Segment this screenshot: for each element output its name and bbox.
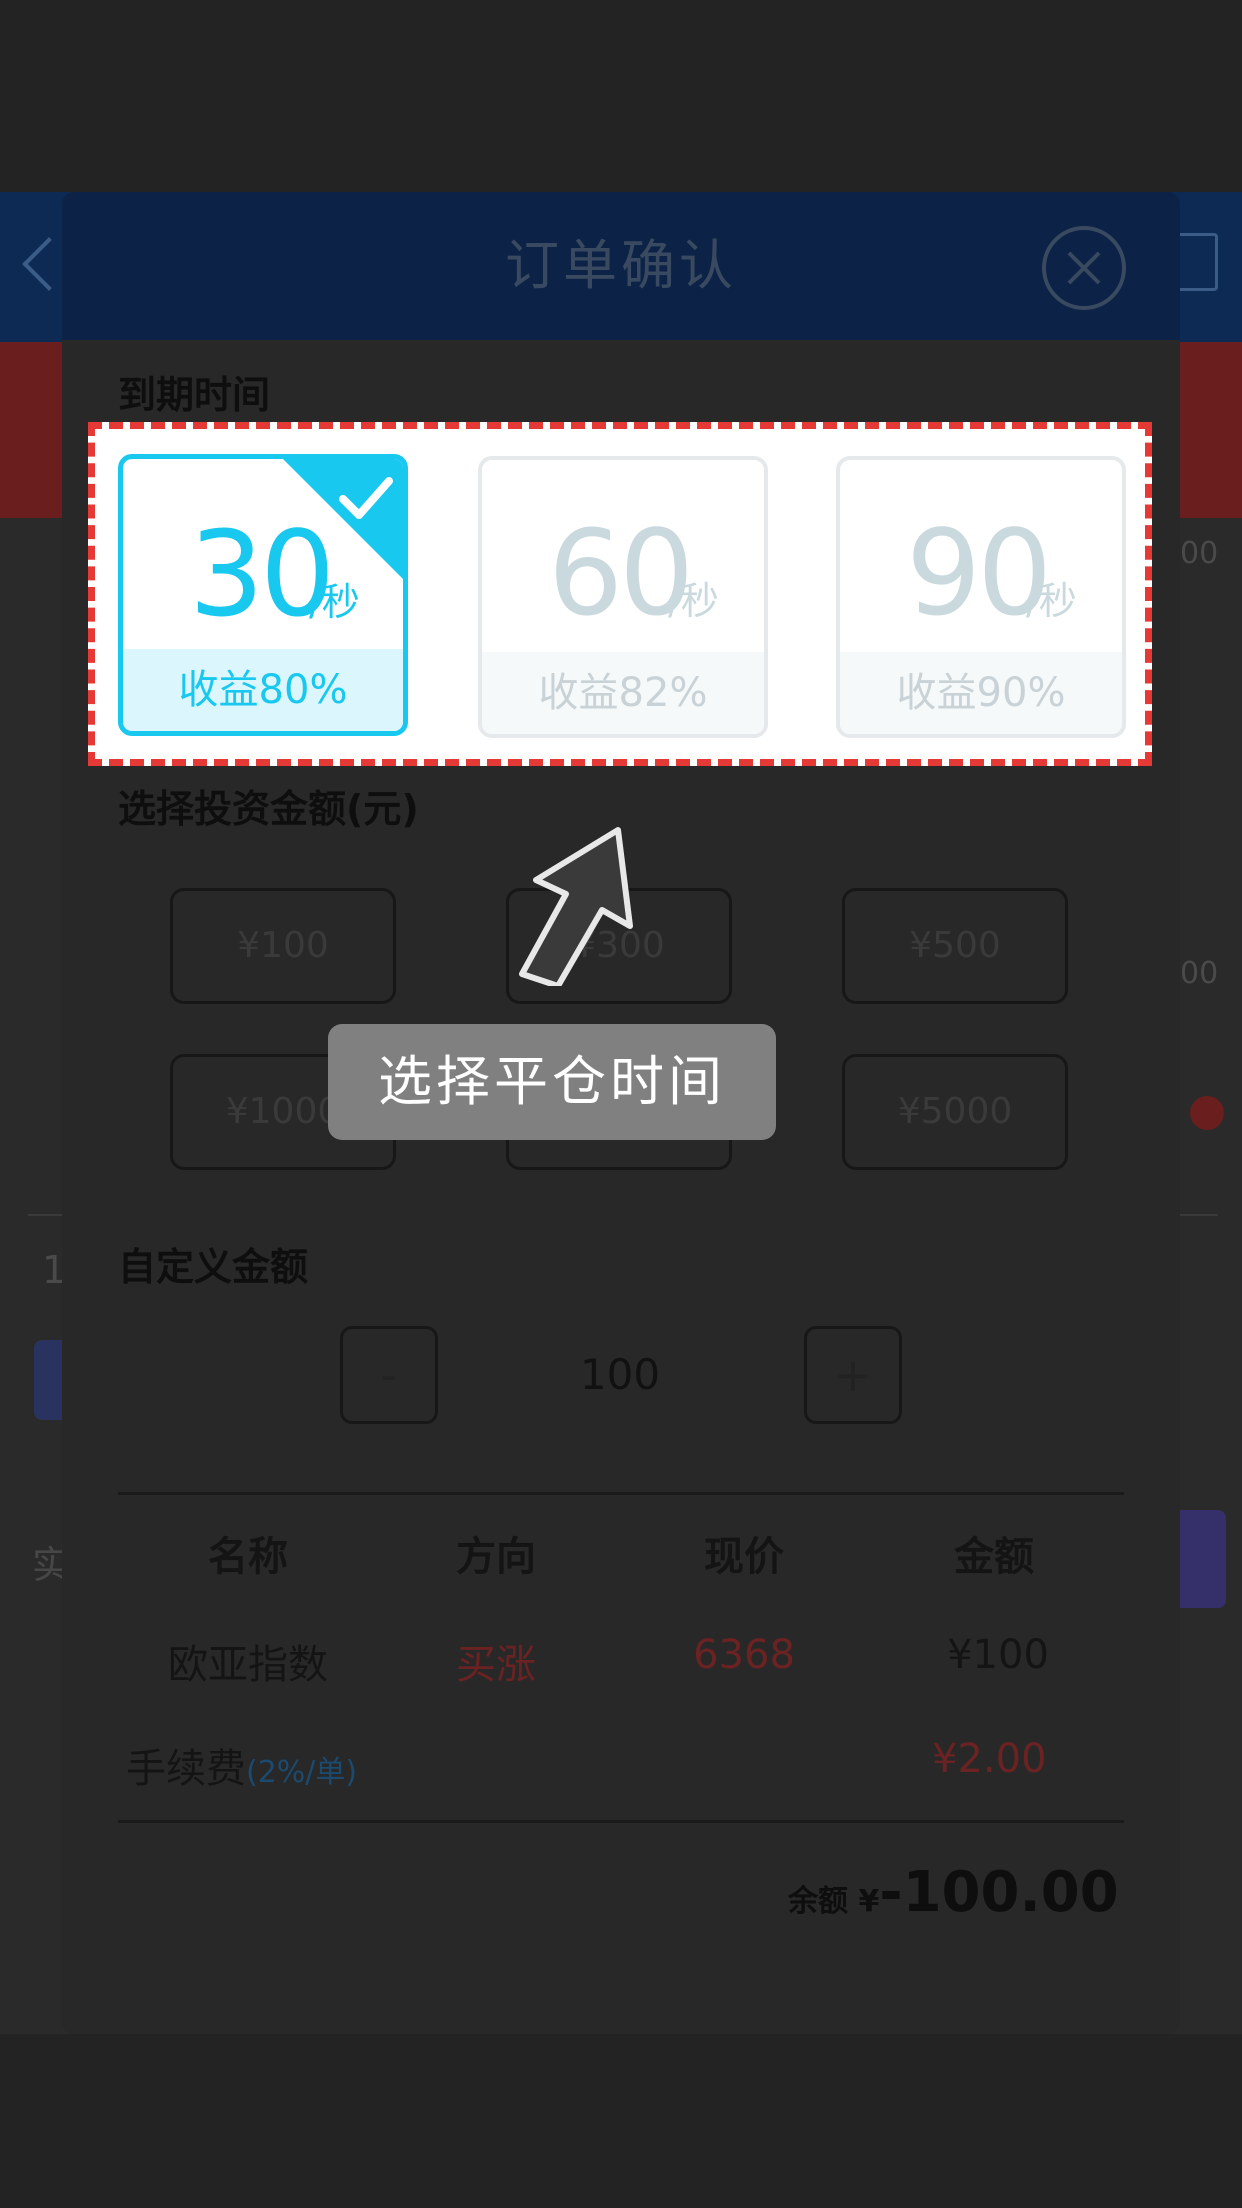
direction-value: 买涨 <box>456 1642 536 1688</box>
dialog-title: 订单确认 <box>505 234 737 297</box>
fee-row: 手续费(2%/单) <box>126 1736 357 1794</box>
col-header-name: 名称 <box>208 1534 288 1580</box>
col-header-price: 现价 <box>704 1534 784 1580</box>
decrease-button[interactable]: - <box>340 1326 438 1424</box>
pointer-arrow-icon <box>519 827 633 986</box>
close-icon <box>1067 251 1101 285</box>
axis-label: 00 <box>1180 536 1219 571</box>
guide-tooltip: 选择平仓时间 <box>328 1024 776 1140</box>
amount-option[interactable]: ¥100 <box>170 888 396 1004</box>
close-button[interactable] <box>1042 226 1126 310</box>
divider <box>118 1492 1124 1495</box>
app-footer <box>0 2034 1242 2208</box>
amount-label: 选择投资金额(元) <box>118 787 419 831</box>
divider <box>118 1820 1124 1823</box>
balance-value: -100.00 <box>879 1860 1119 1925</box>
fee-label: 手续费 <box>126 1746 246 1792</box>
fee-value: ¥2.00 <box>932 1736 1047 1782</box>
price-marker <box>1190 1096 1224 1130</box>
product-name: 欧亚指数 <box>168 1642 328 1688</box>
price-value: 6368 <box>693 1632 795 1678</box>
axis-label: 00 <box>1180 956 1219 991</box>
custom-amount-input[interactable]: 100 <box>520 1350 720 1399</box>
custom-amount-label: 自定义金额 <box>118 1245 309 1289</box>
col-header-direction: 方向 <box>456 1534 536 1580</box>
amount-option[interactable]: ¥5000 <box>842 1054 1068 1170</box>
expiry-label: 到期时间 <box>118 373 271 417</box>
balance-row: 余额 ¥-100.00 <box>788 1860 1119 1925</box>
increase-button[interactable]: + <box>804 1326 902 1424</box>
fee-rate: (2%/单) <box>246 1755 358 1790</box>
balance-label: 余额 ¥ <box>788 1884 880 1919</box>
amount-value: ¥100 <box>947 1632 1049 1678</box>
col-header-amount: 金额 <box>954 1534 1034 1580</box>
highlight-dashed-border <box>88 422 1152 766</box>
amount-option[interactable]: ¥500 <box>842 888 1068 1004</box>
